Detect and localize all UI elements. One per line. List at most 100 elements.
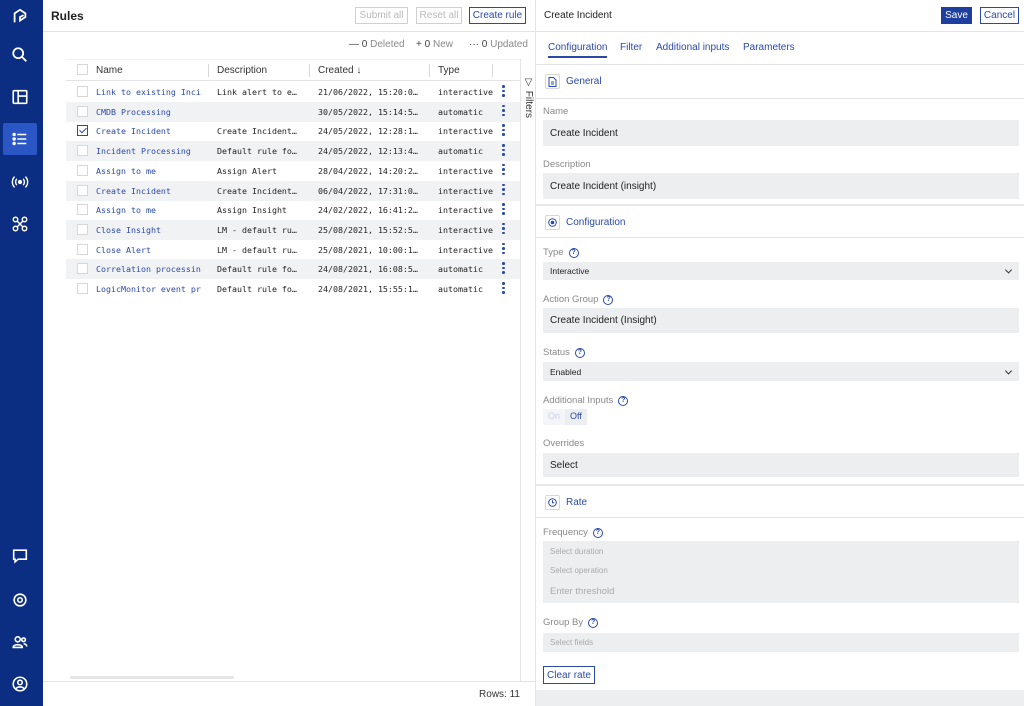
row-menu-icon[interactable]	[502, 183, 506, 198]
save-button[interactable]: Save	[941, 7, 972, 24]
rule-name-link[interactable]: Link to existing Inci	[96, 87, 204, 97]
broadcast-icon[interactable]	[3, 166, 37, 198]
row-checkbox[interactable]	[77, 125, 88, 137]
column-description[interactable]: Description	[217, 65, 267, 76]
name-field[interactable]: Create Incident	[543, 120, 1019, 146]
tab-additional-inputs[interactable]: Additional inputs	[656, 42, 729, 53]
create-rule-button[interactable]: Create rule	[469, 7, 526, 24]
table-row[interactable]: Assign to me Assign Insight 24/02/2022, 16…	[66, 200, 521, 220]
toggle-off[interactable]: Off	[565, 409, 587, 425]
row-checkbox[interactable]	[77, 164, 88, 176]
help-icon[interactable]: ?	[618, 395, 629, 406]
table-row[interactable]: Close Insight LM - default ru… 25/08/2021,…	[66, 219, 521, 240]
filters-toggle[interactable]: ▽ Filters	[520, 59, 535, 681]
duration-select[interactable]: Select duration	[543, 541, 1019, 561]
general-section-header[interactable]: General	[536, 65, 1024, 99]
detail-header: Create Incident Save Cancel	[536, 0, 1024, 32]
row-menu-icon[interactable]	[502, 124, 506, 138]
dashboard-icon[interactable]	[3, 81, 37, 113]
help-icon[interactable]: ?	[588, 617, 599, 628]
rule-name-link[interactable]: Close Insight	[96, 225, 204, 235]
table-header: Name Description Created ↓ Type	[66, 59, 521, 81]
column-divider[interactable]	[429, 64, 430, 77]
row-checkbox[interactable]	[77, 223, 88, 235]
rule-name-link[interactable]: CMDB Processing	[96, 107, 204, 117]
type-select[interactable]: Interactive	[543, 262, 1019, 280]
row-checkbox[interactable]	[77, 263, 88, 275]
row-checkbox[interactable]	[77, 184, 88, 196]
table-row[interactable]: Close Alert LM - default ru… 25/08/2021, 1…	[66, 240, 521, 260]
rule-name-link[interactable]: LogicMonitor event pr	[96, 284, 204, 294]
row-checkbox[interactable]	[77, 283, 88, 294]
additional-inputs-toggle[interactable]: On Off	[543, 409, 587, 425]
profile-icon[interactable]	[3, 668, 37, 700]
column-divider[interactable]	[208, 64, 209, 77]
row-checkbox[interactable]	[77, 243, 88, 255]
logo-icon[interactable]	[3, 1, 37, 33]
settings-icon[interactable]	[3, 584, 37, 616]
help-icon[interactable]: ?	[603, 294, 614, 305]
table-row[interactable]: LogicMonitor event pr Default rule fo… 24/…	[66, 279, 521, 299]
users-icon[interactable]	[3, 626, 37, 658]
tab-configuration[interactable]: Configuration	[548, 42, 608, 58]
table-row[interactable]: Incident Processing Default rule fo… 24/05…	[66, 141, 521, 162]
table-row[interactable]: CMDB Processing 30/05/2022, 15:14:5… autom…	[66, 101, 521, 122]
row-menu-icon[interactable]	[502, 144, 506, 158]
column-created[interactable]: Created ↓	[318, 65, 361, 76]
help-icon[interactable]: ?	[592, 527, 603, 538]
table-row[interactable]: Assign to me Assign Alert 28/04/2022, 14:2…	[66, 161, 521, 181]
row-checkbox[interactable]	[77, 86, 88, 97]
group-by-select[interactable]: Select fields	[543, 633, 1019, 652]
chat-icon[interactable]	[3, 540, 37, 572]
row-menu-icon[interactable]	[502, 242, 506, 257]
rule-name-link[interactable]: Create Incident	[96, 186, 204, 196]
row-checkbox[interactable]	[77, 145, 88, 157]
horizontal-scrollbar[interactable]	[70, 676, 234, 679]
operation-select[interactable]: Select operation	[543, 561, 1019, 580]
tab-parameters[interactable]: Parameters	[743, 42, 795, 53]
list-icon[interactable]	[3, 123, 37, 155]
filters-label[interactable]: ▽ Filters	[523, 77, 534, 118]
rule-name-link[interactable]: Assign to me	[96, 166, 204, 176]
rate-section-header[interactable]: Rate	[536, 484, 1024, 518]
help-icon[interactable]: ?	[574, 347, 585, 358]
table-row[interactable]: Create Incident Create Incident… 06/04/202…	[66, 180, 521, 201]
overrides-select[interactable]: Select	[543, 453, 1019, 477]
table-row[interactable]: Create Incident Create Incident… 24/05/202…	[66, 121, 521, 141]
rule-name-link[interactable]: Close Alert	[96, 245, 204, 255]
description-field[interactable]: Create Incident (insight)	[543, 173, 1019, 199]
row-menu-icon[interactable]	[502, 282, 506, 296]
table-row[interactable]: Link to existing Inci Link alert to e… 21/…	[66, 82, 521, 102]
cancel-button[interactable]: Cancel	[980, 7, 1019, 24]
status-select[interactable]: Enabled	[543, 362, 1019, 381]
column-divider[interactable]	[492, 64, 493, 77]
rule-name-link[interactable]: Correlation processin	[96, 264, 204, 274]
help-icon[interactable]: ?	[568, 247, 579, 258]
column-divider[interactable]	[309, 64, 310, 77]
integrations-icon[interactable]	[3, 208, 37, 240]
row-menu-icon[interactable]	[502, 85, 506, 99]
action-group-field[interactable]: Create Incident (Insight)	[543, 308, 1019, 333]
column-type[interactable]: Type	[438, 65, 460, 76]
threshold-input[interactable]: Enter threshold	[543, 580, 1019, 603]
row-menu-icon[interactable]	[502, 163, 506, 178]
search-icon[interactable]	[3, 39, 37, 71]
row-menu-icon[interactable]	[502, 262, 506, 276]
table-row[interactable]: Correlation processin Default rule fo… 24/…	[66, 259, 521, 280]
toggle-on[interactable]: On	[543, 409, 566, 425]
rule-name-link[interactable]: Incident Processing	[96, 146, 204, 156]
column-name[interactable]: Name	[96, 65, 123, 76]
row-checkbox[interactable]	[77, 105, 88, 117]
tab-filter[interactable]: Filter	[620, 42, 642, 53]
rule-name-link[interactable]: Assign to me	[96, 205, 204, 215]
select-all-checkbox[interactable]	[77, 64, 88, 75]
submit-all-button[interactable]: Submit all	[355, 7, 408, 24]
reset-all-button[interactable]: Reset all	[416, 7, 462, 24]
rule-name-link[interactable]: Create Incident	[96, 126, 204, 136]
clear-rate-button[interactable]: Clear rate	[543, 666, 595, 684]
row-menu-icon[interactable]	[502, 203, 506, 217]
row-menu-icon[interactable]	[502, 222, 506, 237]
row-checkbox[interactable]	[77, 204, 88, 216]
row-menu-icon[interactable]	[502, 104, 506, 119]
configuration-section-header[interactable]: Configuration	[536, 204, 1024, 238]
